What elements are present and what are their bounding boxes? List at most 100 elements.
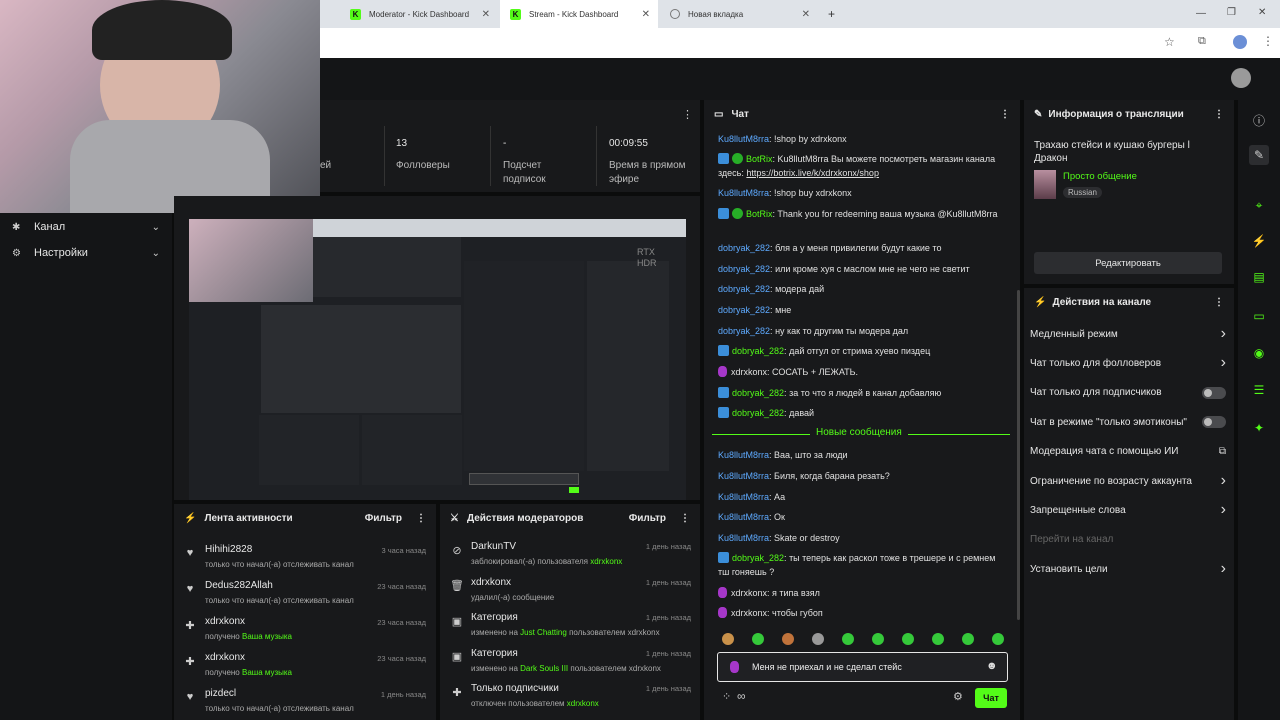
mod-action-title: Категория [471,647,518,659]
chat-link[interactable]: https://botrix.live/k/xdrxkonx/shop [746,168,879,178]
mod-menu-icon[interactable]: ⋮ [680,513,690,524]
tab-new[interactable]: Новая вкладка ✕ [660,0,818,28]
stat-followers-value: 13 [396,138,408,149]
preview-webcam [189,219,313,302]
user-avatar[interactable] [1231,68,1251,88]
channel-actions-menu-icon[interactable]: ⋮ [1214,297,1224,308]
restore-icon[interactable]: ❐ [1227,7,1236,18]
chat-username[interactable]: Ku8llutM8rra [718,471,769,481]
chat-text: я типа взял [772,588,820,598]
new-tab-button[interactable]: + [818,0,842,28]
chat-username[interactable]: dobryak_282 [718,284,770,294]
chat-username[interactable]: dobryak_282 [732,346,784,356]
chat-username[interactable]: Ku8llutM8rra [718,188,769,198]
profile-avatar[interactable] [1233,35,1247,49]
close-tab-icon[interactable]: ✕ [642,9,650,20]
focus-icon[interactable]: ⌖ [1249,195,1269,215]
emote-icon[interactable] [782,633,794,645]
chat-username[interactable]: Ku8llutM8rra [718,533,769,543]
stream-info-menu-icon[interactable]: ⋮ [1214,109,1224,120]
chat-username[interactable]: dobryak_282 [732,408,784,418]
channel-action-6[interactable]: Ограничение по возрасту аккаунта › [1030,472,1226,489]
chat-username[interactable]: dobryak_282 [718,243,770,253]
server-icon[interactable]: ☰ [1249,380,1269,400]
tab-moderator[interactable]: K Moderator - Kick Dashboard ✕ [340,0,498,28]
info-icon[interactable]: ⓘ [1249,110,1269,130]
activity-menu-icon[interactable]: ⋮ [416,513,426,524]
channel-action-9[interactable]: Установить цели › [1030,560,1226,577]
chat-username[interactable]: dobryak_282 [718,305,770,315]
tab-stream[interactable]: K Stream - Kick Dashboard ✕ [500,0,658,28]
chat-users-icon[interactable]: ⁘ [722,690,731,703]
sidebar-item-settings[interactable]: ⚙ Настройки ⌄ [12,245,160,261]
emote-icon[interactable] [812,633,824,645]
chat-username[interactable]: xdrxkonx [731,367,767,377]
channel-action-2[interactable]: Чат только для фолловеров › [1030,354,1226,371]
emote-icon[interactable] [842,633,854,645]
chat-username[interactable]: xdrxkonx [731,588,767,598]
chat-username[interactable]: Ku8llutM8rra [718,134,769,144]
emote-icon[interactable] [902,633,914,645]
extensions-icon[interactable]: ⧉ [1198,35,1206,48]
chat-username[interactable]: BotRix [746,209,773,219]
chat-input[interactable]: Меня не приехал и не сделал стейс ☻ [717,652,1008,682]
mod-action-highlight: Dark Souls III [520,663,569,673]
close-tab-icon[interactable]: ✕ [482,9,490,20]
close-tab-icon[interactable]: ✕ [802,9,810,20]
mod-action-time: 1 день назад [645,577,691,587]
stats-menu-icon[interactable]: ⋮ [682,108,693,121]
pencil-icon[interactable]: ✎ [1249,145,1269,165]
chat-username[interactable]: Ku8llutM8rra [718,512,769,522]
chat-title: Чат [731,108,749,120]
toggle-switch[interactable] [1202,386,1226,399]
broadcast-icon[interactable]: ◉ [1249,343,1269,363]
close-window-icon[interactable]: ✕ [1258,7,1266,18]
mod-filter-button[interactable]: Фильтр [629,513,666,524]
lightning-icon: ⚡ [184,512,197,524]
verified-badge-icon [732,153,743,164]
channel-action-1[interactable]: Медленный режим › [1030,325,1226,342]
emote-icon[interactable] [752,633,764,645]
document-icon[interactable]: ▤ [1249,267,1269,287]
toggle-switch[interactable] [1202,416,1226,429]
emoji-icon[interactable]: ☻ [986,660,998,672]
emote-icon[interactable] [962,633,974,645]
chat-username[interactable]: dobryak_282 [732,553,784,563]
emote-icon[interactable] [932,633,944,645]
chat-username[interactable]: Ku8llutM8rra [718,492,769,502]
menu-dots-icon[interactable]: ⋮ [1262,34,1274,48]
emote-icon[interactable] [992,633,1004,645]
channel-action-7[interactable]: Запрещенные слова › [1030,501,1226,518]
activity-item: ♥ pizdecl только что начал(-а) отслеживать… [174,688,436,720]
channel-action-4[interactable]: Чат в режиме "только эмотиконы" [1030,414,1226,430]
chat-scrollbar[interactable] [1017,290,1020,620]
wrench-icon[interactable]: ✦ [1249,418,1269,438]
chat-username[interactable]: dobryak_282 [718,326,770,336]
emote-icon[interactable] [722,633,734,645]
chat-menu-icon[interactable]: ⋮ [1000,109,1010,120]
channel-action-3[interactable]: Чат только для подписчиков [1030,385,1226,401]
chat-username[interactable]: BotRix [746,154,773,164]
chat-username[interactable]: Ku8llutM8rra [718,450,769,460]
sidebar-item-channel[interactable]: ✱ Канал ⌄ [12,219,160,235]
activity-filter-button[interactable]: Фильтр [365,513,402,524]
send-chat-button[interactable]: Чат [975,688,1007,708]
chat-username[interactable]: dobryak_282 [718,264,770,274]
chat-username[interactable]: xdrxkonx [731,608,767,618]
chat-settings-icon[interactable]: ⚙ [953,690,963,703]
stream-preview[interactable]: RTX HDR [189,219,686,500]
channel-action-5[interactable]: Модерация чата с помощью ИИ ⧉ [1030,444,1226,460]
edit-stream-button[interactable]: Редактировать [1034,252,1222,274]
activity-text-body: получено [205,632,242,641]
activity-text-body: только что начал(-а) отслеживать канал [205,596,354,605]
minimize-icon[interactable]: — [1196,8,1206,19]
sidebar-item-label: Канал [34,221,66,233]
emote-icon[interactable] [872,633,884,645]
webcam-overlay [0,0,320,213]
chat-username[interactable]: dobryak_282 [732,388,784,398]
category-link[interactable]: Просто общение [1063,171,1137,182]
chat-icon[interactable]: ▭ [1249,306,1269,326]
bookmark-star-icon[interactable]: ☆ [1164,35,1175,49]
stat-followers-label: Фолловеры [396,160,450,171]
lightning-icon[interactable]: ⚡ [1249,231,1269,251]
